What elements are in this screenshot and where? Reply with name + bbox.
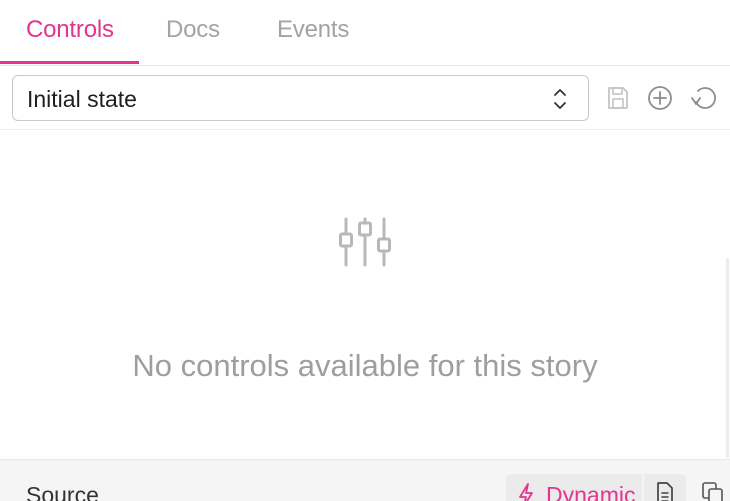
document-icon — [657, 482, 673, 501]
source-label: Source — [26, 482, 99, 501]
controls-empty-state: No controls available for this story — [0, 131, 730, 458]
tab-events[interactable]: Events — [277, 16, 349, 44]
addon-tabs: Controls Docs Events — [0, 0, 730, 66]
add-icon[interactable] — [646, 84, 674, 112]
lightning-icon — [519, 483, 533, 501]
source-bar: Source Dynamic — [0, 459, 730, 501]
scrollbar-thumb[interactable] — [726, 258, 729, 458]
chevrons-up-down-icon — [554, 89, 566, 109]
tab-controls[interactable]: Controls — [26, 16, 114, 44]
copy-icon[interactable] — [700, 480, 726, 501]
state-select-value: Initial state — [27, 86, 137, 112]
sliders-icon — [339, 217, 391, 267]
controls-toolbar: Initial state — [0, 66, 730, 130]
save-icon[interactable] — [604, 84, 632, 112]
empty-state-message: No controls available for this story — [132, 348, 598, 383]
dynamic-toggle-button[interactable]: Dynamic — [506, 474, 642, 501]
reset-icon[interactable] — [689, 84, 717, 112]
document-button[interactable] — [644, 474, 686, 501]
state-select[interactable]: Initial state — [12, 75, 589, 121]
dynamic-label: Dynamic — [546, 482, 636, 501]
tab-docs[interactable]: Docs — [166, 16, 220, 44]
active-tab-indicator — [0, 61, 139, 64]
